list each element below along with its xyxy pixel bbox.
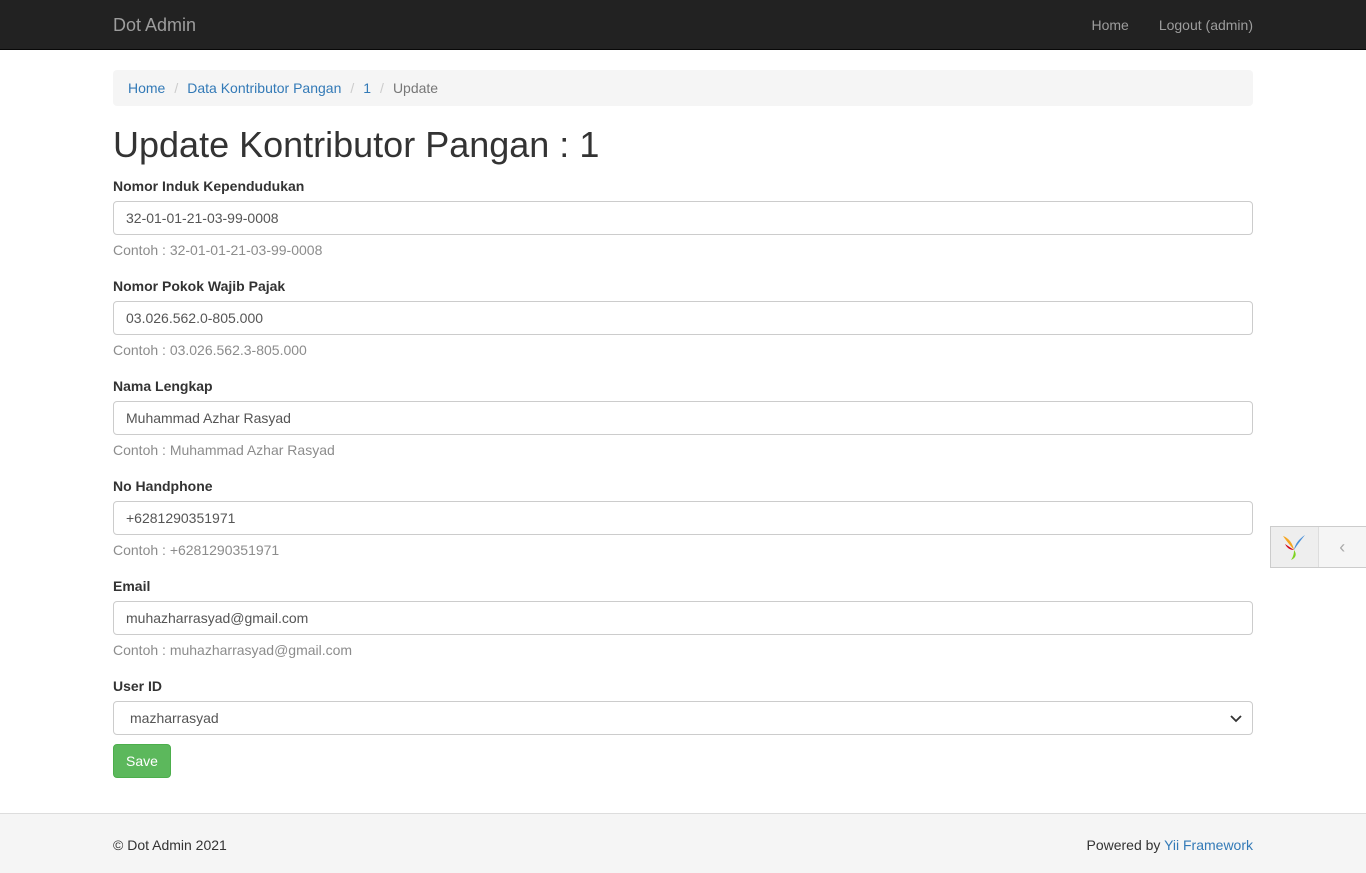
footer-powered-prefix: Powered by xyxy=(1086,837,1165,853)
handphone-hint: Contoh : +6281290351971 xyxy=(113,542,280,558)
page-title: Update Kontributor Pangan : 1 xyxy=(113,124,600,165)
brand-link[interactable]: Dot Admin xyxy=(113,15,196,35)
nama-hint: Contoh : Muhammad Azhar Rasyad xyxy=(113,442,335,458)
user-id-selected-value: mazharrasyad xyxy=(130,710,219,726)
npwp-label: Nomor Pokok Wajib Pajak xyxy=(113,278,286,294)
handphone-input[interactable] xyxy=(113,501,1253,535)
user-id-group: User ID mazharrasyad xyxy=(113,677,1253,776)
save-button[interactable]: Save xyxy=(113,744,171,778)
nik-label: Nomor Induk Kependudukan xyxy=(113,178,305,194)
breadcrumb-separator: / xyxy=(350,80,355,96)
breadcrumb-separator: / xyxy=(174,80,179,96)
yii-logo-icon[interactable] xyxy=(1271,527,1319,567)
nav-links: Home Logout (admin) xyxy=(1061,0,1253,50)
breadcrumb-data-kontributor[interactable]: Data Kontributor Pangan xyxy=(187,80,341,96)
chevron-left-icon[interactable]: ‹ xyxy=(1319,527,1366,567)
handphone-group: No Handphone Contoh : +6281290351971 xyxy=(113,477,1253,576)
yii-framework-link[interactable]: Yii Framework xyxy=(1164,837,1253,853)
chevron-down-icon xyxy=(1230,715,1242,723)
footer-powered: Powered by Yii Framework xyxy=(1086,837,1253,853)
email-group: Email Contoh : muhazharrasyad@gmail.com xyxy=(113,577,1253,676)
top-navbar: Dot Admin Home Logout (admin) xyxy=(0,0,1366,50)
email-label: Email xyxy=(113,578,151,594)
handphone-label: No Handphone xyxy=(113,478,213,494)
nama-group: Nama Lengkap Contoh : Muhammad Azhar Ras… xyxy=(113,377,1253,476)
email-hint: Contoh : muhazharrasyad@gmail.com xyxy=(113,642,353,658)
user-id-label: User ID xyxy=(113,678,163,694)
nik-input[interactable] xyxy=(113,201,1253,235)
npwp-hint: Contoh : 03.026.562.3-805.000 xyxy=(113,342,307,358)
nav-home-link[interactable]: Home xyxy=(1061,0,1128,50)
footer: © Dot Admin 2021 Powered by Yii Framewor… xyxy=(0,813,1366,873)
npwp-input[interactable] xyxy=(113,301,1253,335)
nama-label: Nama Lengkap xyxy=(113,378,213,394)
breadcrumb-separator: / xyxy=(380,80,384,96)
breadcrumb-home[interactable]: Home xyxy=(128,80,165,96)
user-id-select[interactable]: mazharrasyad xyxy=(113,701,1253,735)
nik-group: Nomor Induk Kependudukan Contoh : 32-01-… xyxy=(113,177,1253,276)
update-form: Nomor Induk Kependudukan Contoh : 32-01-… xyxy=(113,176,1253,776)
nama-input[interactable] xyxy=(113,401,1253,435)
breadcrumb-record-id[interactable]: 1 xyxy=(363,80,371,96)
breadcrumb: Home / Data Kontributor Pangan / 1 / Upd… xyxy=(113,70,1253,106)
breadcrumb-active: Update xyxy=(392,80,439,96)
npwp-group: Nomor Pokok Wajib Pajak Contoh : 03.026.… xyxy=(113,277,1253,376)
footer-copyright: © Dot Admin 2021 xyxy=(113,837,227,853)
email-input[interactable] xyxy=(113,601,1253,635)
nik-hint: Contoh : 32-01-01-21-03-99-0008 xyxy=(113,242,323,258)
debug-toolbar[interactable]: ‹ xyxy=(1270,526,1366,568)
nav-logout-link[interactable]: Logout (admin) xyxy=(1129,0,1253,50)
